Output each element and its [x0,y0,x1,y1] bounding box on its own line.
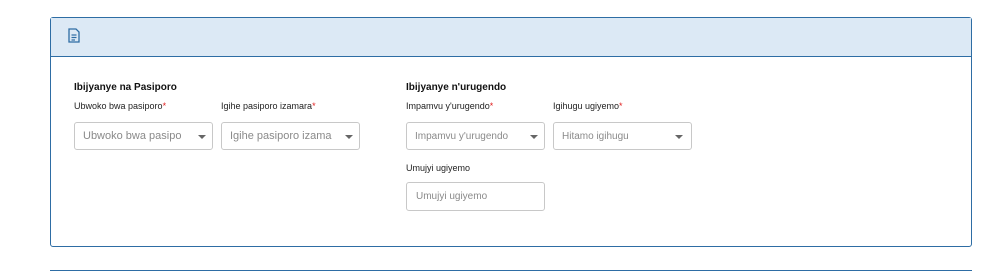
travel-section-title: Ibijyanye n'urugendo [406,82,507,93]
passport-validity-select[interactable]: Igihe pasiporo izama [221,122,360,150]
card-header [51,18,971,57]
chevron-down-icon [345,135,353,139]
document-icon [68,28,80,43]
passport-travel-card: Ibijyanye na Pasiporo Ubwoko bwa pasipor… [50,17,972,247]
chevron-down-icon [675,135,683,139]
passport-validity-placeholder: Igihe pasiporo izama [230,130,332,142]
destination-country-select[interactable]: Hitamo igihugu [553,122,692,150]
passport-validity-label: Igihe pasiporo izamara* [221,101,316,111]
chevron-down-icon [530,135,538,139]
destination-country-placeholder: Hitamo igihugu [562,131,629,142]
destination-city-label: Umujyi ugiyemo [406,163,471,173]
chevron-down-icon [198,135,206,139]
passport-type-placeholder: Ubwoko bwa pasipo [83,130,182,142]
passport-type-label: Ubwoko bwa pasiporo* [74,101,167,111]
passport-section-title: Ibijyanye na Pasiporo [74,82,177,93]
next-card-border [50,270,972,280]
travel-reason-select[interactable]: Impamvu y'urugendo [406,122,545,150]
destination-city-input[interactable] [406,182,545,211]
passport-type-select[interactable]: Ubwoko bwa pasipo [74,122,213,150]
travel-reason-placeholder: Impamvu y'urugendo [415,131,509,142]
travel-reason-label: Impamvu y'urugendo* [406,101,494,111]
destination-country-label: Igihugu ugiyemo* [553,101,623,111]
